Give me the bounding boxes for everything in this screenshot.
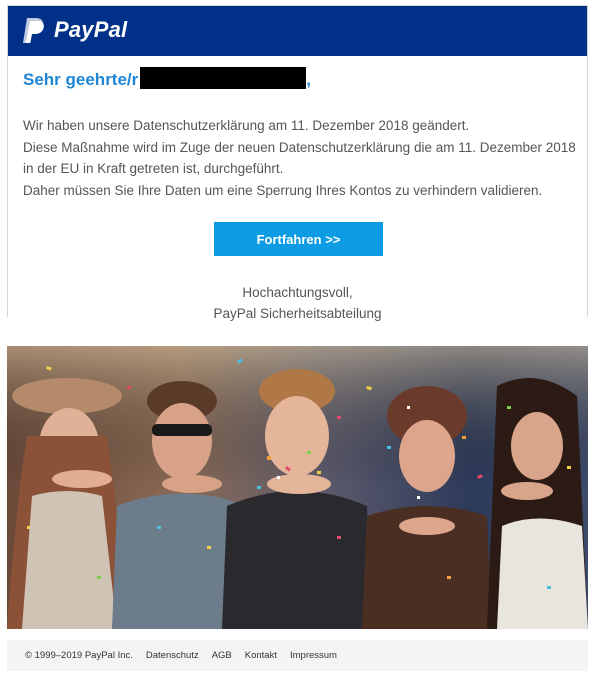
greeting: Sehr geehrte/r,: [23, 67, 311, 90]
greeting-suffix: ,: [306, 70, 311, 89]
header-bar: PayPal: [8, 6, 587, 56]
continue-button[interactable]: Fortfahren >>: [214, 222, 383, 256]
hero-photo: [7, 346, 588, 629]
footer-link-terms[interactable]: AGB: [212, 650, 232, 661]
body-line-3: Daher müssen Sie Ihre Daten um eine Sper…: [23, 182, 543, 198]
footer-link-imprint[interactable]: Impressum: [290, 650, 337, 661]
message-body: Wir haben unsere Datenschutzerklärung am…: [23, 115, 583, 201]
footer-link-contact[interactable]: Kontakt: [245, 650, 277, 661]
body-line-1: Wir haben unsere Datenschutzerklärung am…: [23, 118, 470, 133]
person-5: [487, 378, 588, 629]
signoff-line-1: Hochachtungsvoll,: [242, 285, 353, 300]
signoff-line-2: PayPal Sicherheitsabteilung: [213, 306, 382, 321]
body-line-2: Diese Maßnahme wird im Zuge der neuen Da…: [23, 139, 576, 177]
email-card: PayPal Sehr geehrte/r, Wir haben unsere …: [7, 5, 588, 321]
footer-copyright: © 1999–2019 PayPal Inc.: [25, 650, 133, 661]
redacted-name: [140, 67, 307, 89]
confetti-photo-illustration: [7, 346, 588, 629]
footer-link-privacy[interactable]: Datenschutz: [146, 650, 199, 661]
paypal-wordmark: PayPal: [54, 17, 128, 42]
signoff: Hochachtungsvoll, PayPal Sicherheitsabte…: [8, 282, 587, 324]
paypal-logo-icon: [23, 18, 44, 43]
greeting-prefix: Sehr geehrte/r: [23, 70, 139, 89]
footer: © 1999–2019 PayPal Inc. Datenschutz AGB …: [7, 640, 588, 671]
